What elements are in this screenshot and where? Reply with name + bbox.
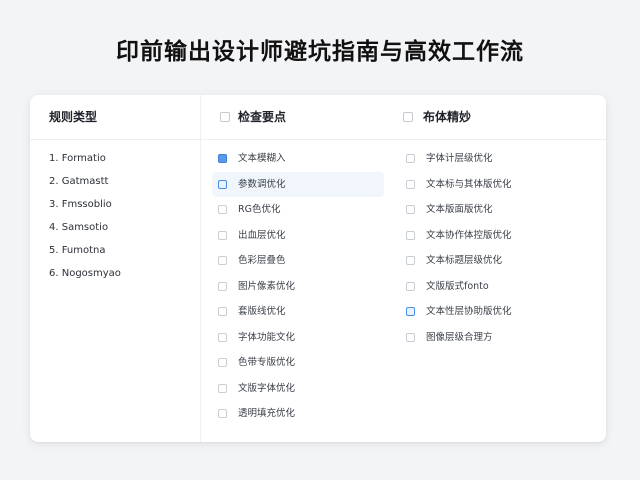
row-label: 文版版式fonto: [426, 280, 489, 292]
check-point-list: 文本模糊入参数调优化 RG色优化出血层优化色彩层叠色图片像素优化 套版线优化字体功能…: [212, 146, 384, 427]
checklist-row[interactable]: 文本性层协助版优化: [400, 299, 590, 325]
checklist-row[interactable]: 字体功能文化: [212, 325, 384, 351]
checklist-row[interactable]: 色带专版优化: [212, 350, 384, 376]
checklist-row[interactable]: 图像层级合理方: [400, 325, 590, 351]
checklist-row[interactable]: 字体计层级优化: [400, 146, 590, 172]
row-checkbox[interactable]: [218, 281, 227, 291]
row-checkbox[interactable]: [218, 307, 227, 316]
middle-select-all-checkbox[interactable]: [220, 112, 230, 122]
row-label: 出血层优化: [238, 229, 286, 241]
row-label: 文本版面版优化: [426, 204, 493, 215]
row-checkbox[interactable]: [406, 205, 415, 214]
rule-type-item[interactable]: 2. Gatmastt: [49, 170, 121, 193]
row-label: 文本协作体控版优化: [426, 229, 512, 241]
rule-type-list: 1. Formatio 2. Gatmastt 3. Fmssoblio 4. Sam…: [49, 147, 121, 285]
row-checkbox[interactable]: [406, 230, 415, 240]
checklist-row[interactable]: RG色优化: [212, 197, 384, 223]
row-checkbox[interactable]: [406, 154, 415, 163]
rule-type-item[interactable]: 1. Formatio: [49, 147, 121, 170]
row-checkbox[interactable]: [406, 281, 415, 291]
row-label: 文本标题层级优化: [426, 255, 503, 266]
checklist-card: 规则类型 检查要点 布体精妙 1. Formatio 2. Gatmastt 3. …: [30, 95, 606, 442]
checklist-row[interactable]: 文本标与其体版优化: [400, 172, 590, 198]
column-title-rule-types: 规则类型: [49, 110, 98, 124]
row-label: RG色优化: [238, 204, 281, 215]
row-checkbox[interactable]: [406, 179, 415, 189]
checklist-row[interactable]: 套版线优化: [212, 299, 384, 325]
row-checkbox[interactable]: [406, 332, 415, 342]
rule-type-item[interactable]: 3. Fmssoblio: [49, 193, 121, 216]
row-label: 图片像素优化: [238, 280, 296, 292]
row-checkbox[interactable]: [218, 230, 227, 240]
row-checkbox[interactable]: [218, 179, 227, 189]
rule-type-item[interactable]: 4. Samsotio: [49, 216, 121, 239]
row-checkbox[interactable]: [406, 256, 415, 265]
checklist-row[interactable]: 图片像素优化: [212, 274, 384, 300]
card-header: 规则类型 检查要点 布体精妙: [30, 95, 606, 140]
row-checkbox[interactable]: [218, 205, 227, 214]
row-label: 字体计层级优化: [426, 153, 493, 164]
rule-type-item[interactable]: 5. Fumotna: [49, 239, 121, 262]
checklist-row[interactable]: 文本版面版优化: [400, 197, 590, 223]
checklist-row[interactable]: 透明填充优化: [212, 401, 384, 427]
row-checkbox[interactable]: [218, 409, 227, 418]
checklist-row[interactable]: 文本协作体控版优化: [400, 223, 590, 249]
row-label: 文本标与其体版优化: [426, 178, 512, 190]
row-label: 色带专版优化: [238, 357, 296, 368]
row-label: 图像层级合理方: [426, 331, 493, 343]
checklist-row[interactable]: 文版版式fonto: [400, 274, 590, 300]
column-title-layout: 布体精妙: [423, 110, 472, 124]
checklist-row[interactable]: 文本标题层级优化: [400, 248, 590, 274]
page-title: 印前输出设计师避坑指南与高效工作流: [116, 39, 524, 65]
rule-type-item[interactable]: 6. Nogosmyao: [49, 262, 121, 285]
checklist-row[interactable]: 参数调优化: [212, 171, 384, 197]
row-label: 参数调优化: [238, 178, 286, 190]
checklist-row[interactable]: 色彩层叠色: [212, 248, 384, 274]
row-label: 字体功能文化: [238, 331, 296, 343]
row-checkbox[interactable]: [218, 256, 227, 265]
row-checkbox[interactable]: [218, 358, 227, 367]
row-checkbox[interactable]: [218, 383, 227, 393]
row-checkbox[interactable]: [218, 154, 227, 163]
row-label: 文版字体优化: [238, 382, 296, 394]
row-label: 色彩层叠色: [238, 255, 286, 266]
checklist-row[interactable]: 文本模糊入: [212, 146, 384, 172]
row-label: 文本性层协助版优化: [426, 306, 512, 317]
row-checkbox[interactable]: [218, 332, 227, 342]
row-checkbox[interactable]: [406, 307, 415, 316]
checklist-row[interactable]: 出血层优化: [212, 223, 384, 249]
column-title-check-points: 检查要点: [238, 110, 287, 124]
checklist-row[interactable]: 文版字体优化: [212, 376, 384, 402]
column-divider: [200, 95, 201, 442]
row-label: 文本模糊入: [238, 153, 286, 164]
layout-check-list: 字体计层级优化文本标与其体版优化 文本版面版优化文本协作体控版优化 文本标题层级优化…: [400, 146, 590, 350]
row-label: 套版线优化: [238, 306, 286, 317]
right-select-all-checkbox[interactable]: [403, 112, 413, 122]
row-label: 透明填充优化: [238, 408, 296, 419]
